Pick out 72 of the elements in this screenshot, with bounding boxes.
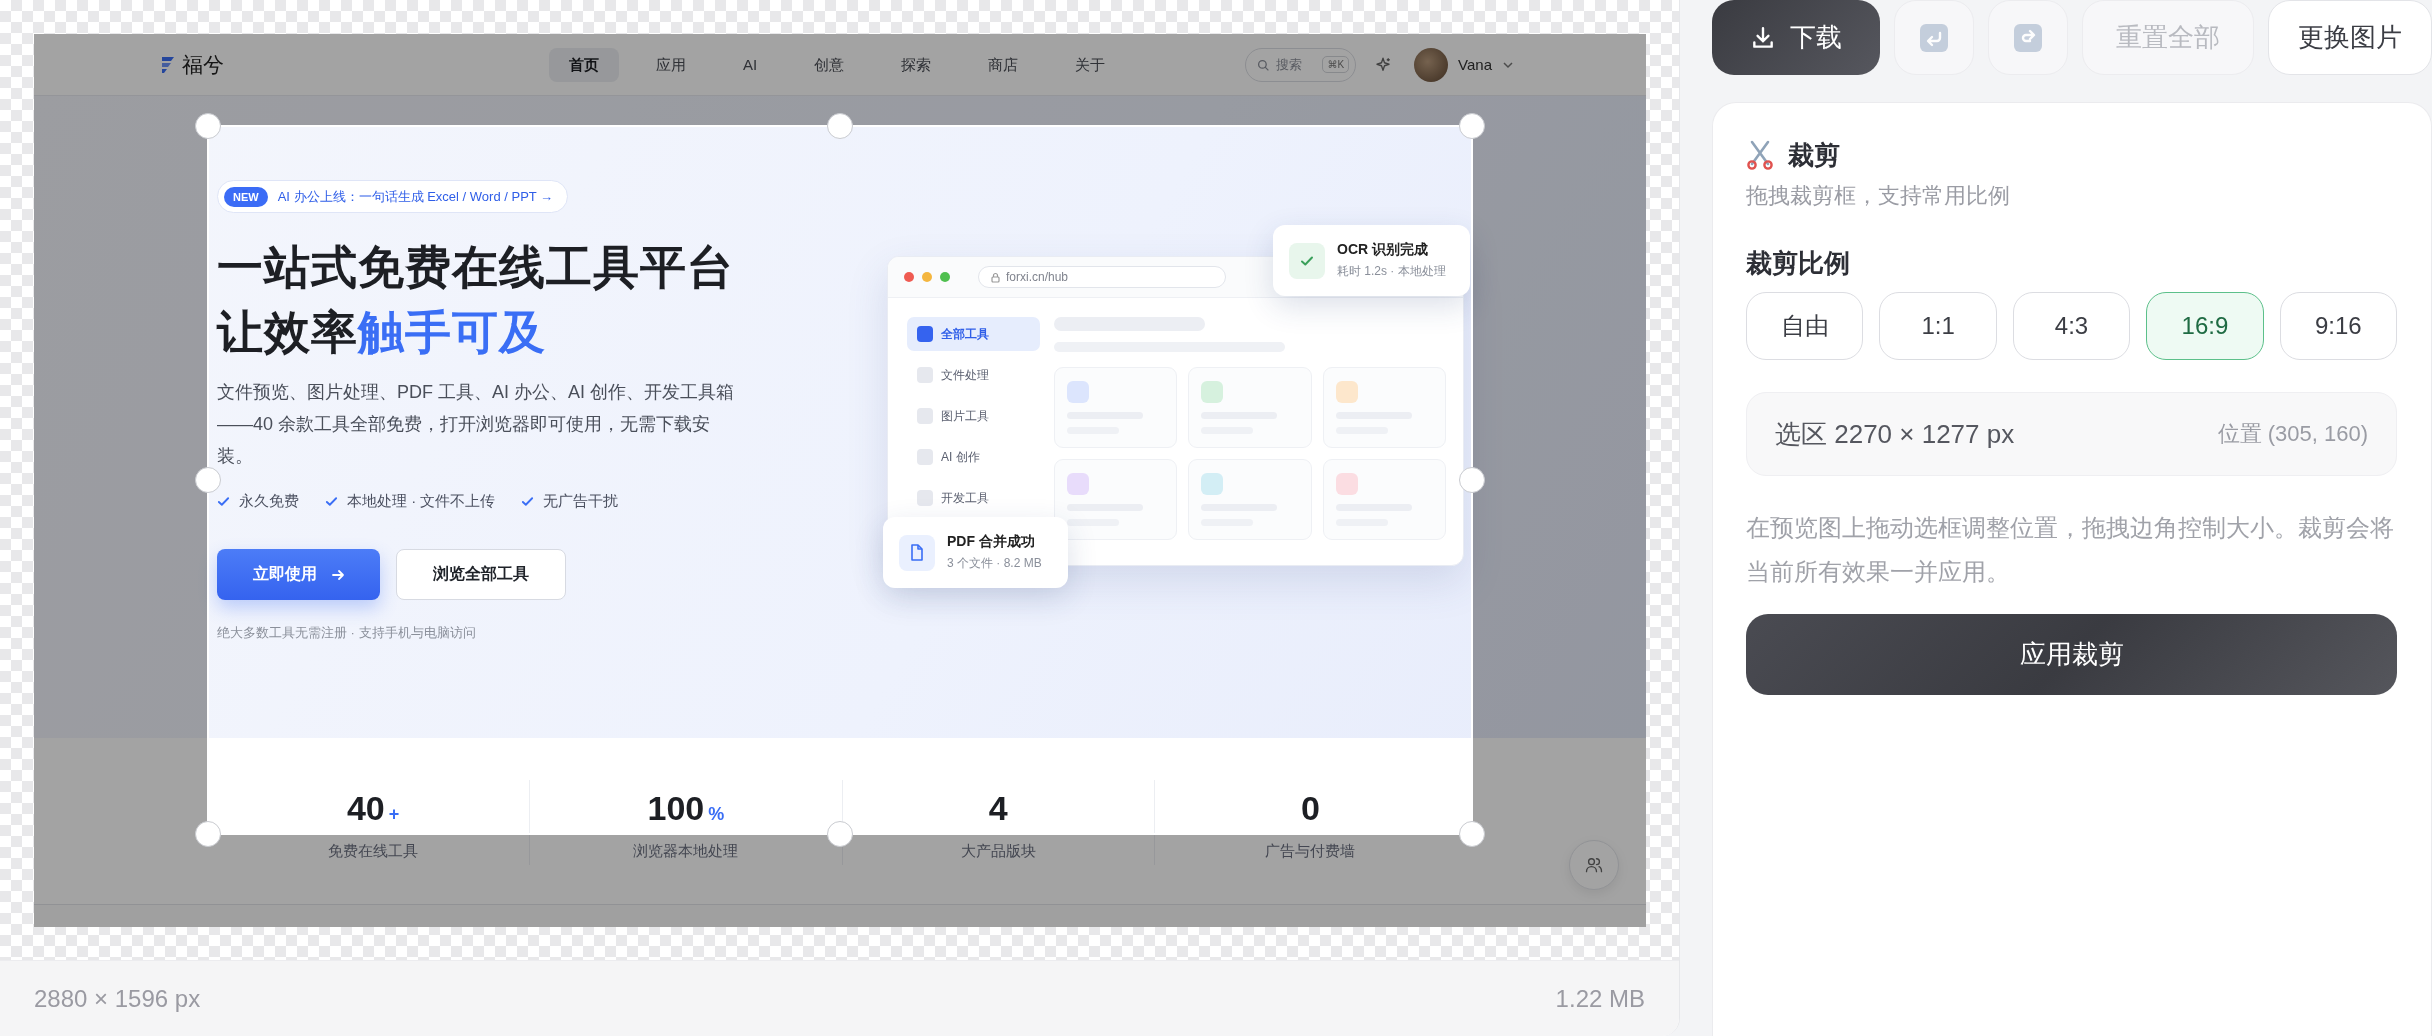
- panel-subtitle: 拖拽裁剪框，支持常用比例: [1746, 182, 2011, 210]
- new-tag: NEW: [224, 186, 268, 207]
- check-icon: [325, 495, 338, 508]
- redo-icon: [2014, 23, 2042, 52]
- stat-label: 浏览器本地处理: [633, 842, 739, 861]
- apply-button[interactable]: 应用裁剪: [1746, 614, 2397, 695]
- selection-size: 选区 2270 × 1277 px: [1775, 417, 2015, 451]
- crop-frame[interactable]: [207, 125, 1473, 835]
- ratio-option[interactable]: 9:16: [2279, 292, 2397, 360]
- scissors-icon: [1746, 140, 1774, 170]
- download-button[interactable]: 下载: [1712, 0, 1880, 75]
- document-icon: [910, 544, 924, 561]
- stat-value: 100: [647, 788, 705, 828]
- sidebar-item[interactable]: AI 创作: [907, 440, 1040, 474]
- lock-icon: [991, 271, 1000, 283]
- stat-value: 4: [988, 788, 1008, 828]
- stat-label: 大产品版块: [960, 842, 1036, 861]
- image-dimensions: 2880 × 1596 px: [34, 984, 201, 1013]
- stat-label: 广告与付费墙: [1265, 842, 1356, 861]
- nav-item[interactable]: 商店: [968, 47, 1039, 82]
- url-text: forxi.cn/hub: [1006, 270, 1069, 284]
- panel-title: 裁剪: [1788, 139, 1840, 171]
- toast-title: PDF 合并成功: [947, 533, 1036, 551]
- stat-suffix: %: [708, 804, 725, 825]
- ratio-option[interactable]: 4:3: [2012, 292, 2131, 360]
- toast-detail: 3 个文件 · 8.2 MB: [947, 555, 1042, 572]
- check-icon: [217, 495, 230, 508]
- user-name[interactable]: Vana: [1458, 56, 1492, 73]
- nav-item[interactable]: 首页: [548, 47, 619, 82]
- feature-label: 永久免费: [239, 492, 299, 511]
- nav-item[interactable]: AI: [722, 47, 778, 82]
- toast-title: OCR 识别完成: [1337, 241, 1429, 259]
- help-text: 在预览图上拖动选框调整位置，拖拽边角控制大小。裁剪会将当前所有效果一并应用。: [1746, 513, 2395, 587]
- nav-item[interactable]: 关于: [1055, 47, 1126, 82]
- stat-value: 40: [346, 788, 385, 828]
- avatar[interactable]: [1414, 47, 1449, 82]
- selection-position: 位置 (305, 160): [2217, 420, 2368, 448]
- feature-label: 无广告干扰: [543, 492, 619, 511]
- ratio-option[interactable]: 16:9: [2146, 292, 2264, 360]
- announcement-badge[interactable]: NEW AI 办公上线：一句话生成 Excel / Word / PPT →: [217, 180, 569, 213]
- search-icon: [1257, 58, 1271, 72]
- sidebar-item[interactable]: 图片工具: [907, 399, 1040, 433]
- stat-label: 免费在线工具: [328, 842, 419, 861]
- logo-text: 福兮: [182, 51, 224, 78]
- undo-icon: [1920, 23, 1948, 52]
- toast-detail: 耗时 1.2s · 本地处理: [1337, 263, 1446, 280]
- nav-item[interactable]: 创意: [794, 47, 865, 82]
- feature-label: 本地处理 · 文件不上传: [347, 492, 496, 511]
- nav-item[interactable]: 探索: [881, 47, 952, 82]
- ratio-option[interactable]: 1:1: [1879, 292, 1997, 360]
- ratio-option[interactable]: 自由: [1746, 292, 1864, 360]
- file-size: 1.22 MB: [1555, 984, 1645, 1013]
- hero-note: 绝大多数工具无需注册 · 支持手机与电脑访问: [217, 624, 477, 642]
- users-icon: [1584, 855, 1604, 875]
- sidebar-item[interactable]: 开发工具: [907, 481, 1040, 515]
- check-icon: [521, 495, 535, 508]
- nav-item[interactable]: 应用: [635, 47, 706, 82]
- stat-suffix: +: [388, 804, 400, 825]
- badge-text: AI 办公上线：一句话生成 Excel / Word / PPT →: [277, 187, 554, 206]
- secondary-button[interactable]: 浏览全部工具: [396, 549, 566, 600]
- hero-description: 文件预览、图片处理、PDF 工具、AI 办公、AI 创作、开发工具箱——40 余款工具全部免费，打开浏览器即可使用，无需下载安装。: [217, 381, 736, 468]
- sparkle-icon[interactable]: [1374, 55, 1393, 74]
- stat-value: 0: [1300, 788, 1320, 828]
- primary-button[interactable]: 立即使用: [217, 549, 380, 600]
- hero-title: 一站式免费在线工具平台 让效率触手可及: [217, 240, 735, 360]
- replace-button[interactable]: 更换图片: [2268, 0, 2432, 75]
- section-label: 裁剪比例: [1746, 247, 1851, 279]
- sidebar-item[interactable]: 全部工具: [907, 317, 1040, 351]
- sidebar-item[interactable]: 文件处理: [907, 358, 1040, 392]
- arrow-icon: [330, 567, 345, 582]
- download-icon: [1750, 24, 1776, 51]
- logo-icon: [160, 54, 176, 75]
